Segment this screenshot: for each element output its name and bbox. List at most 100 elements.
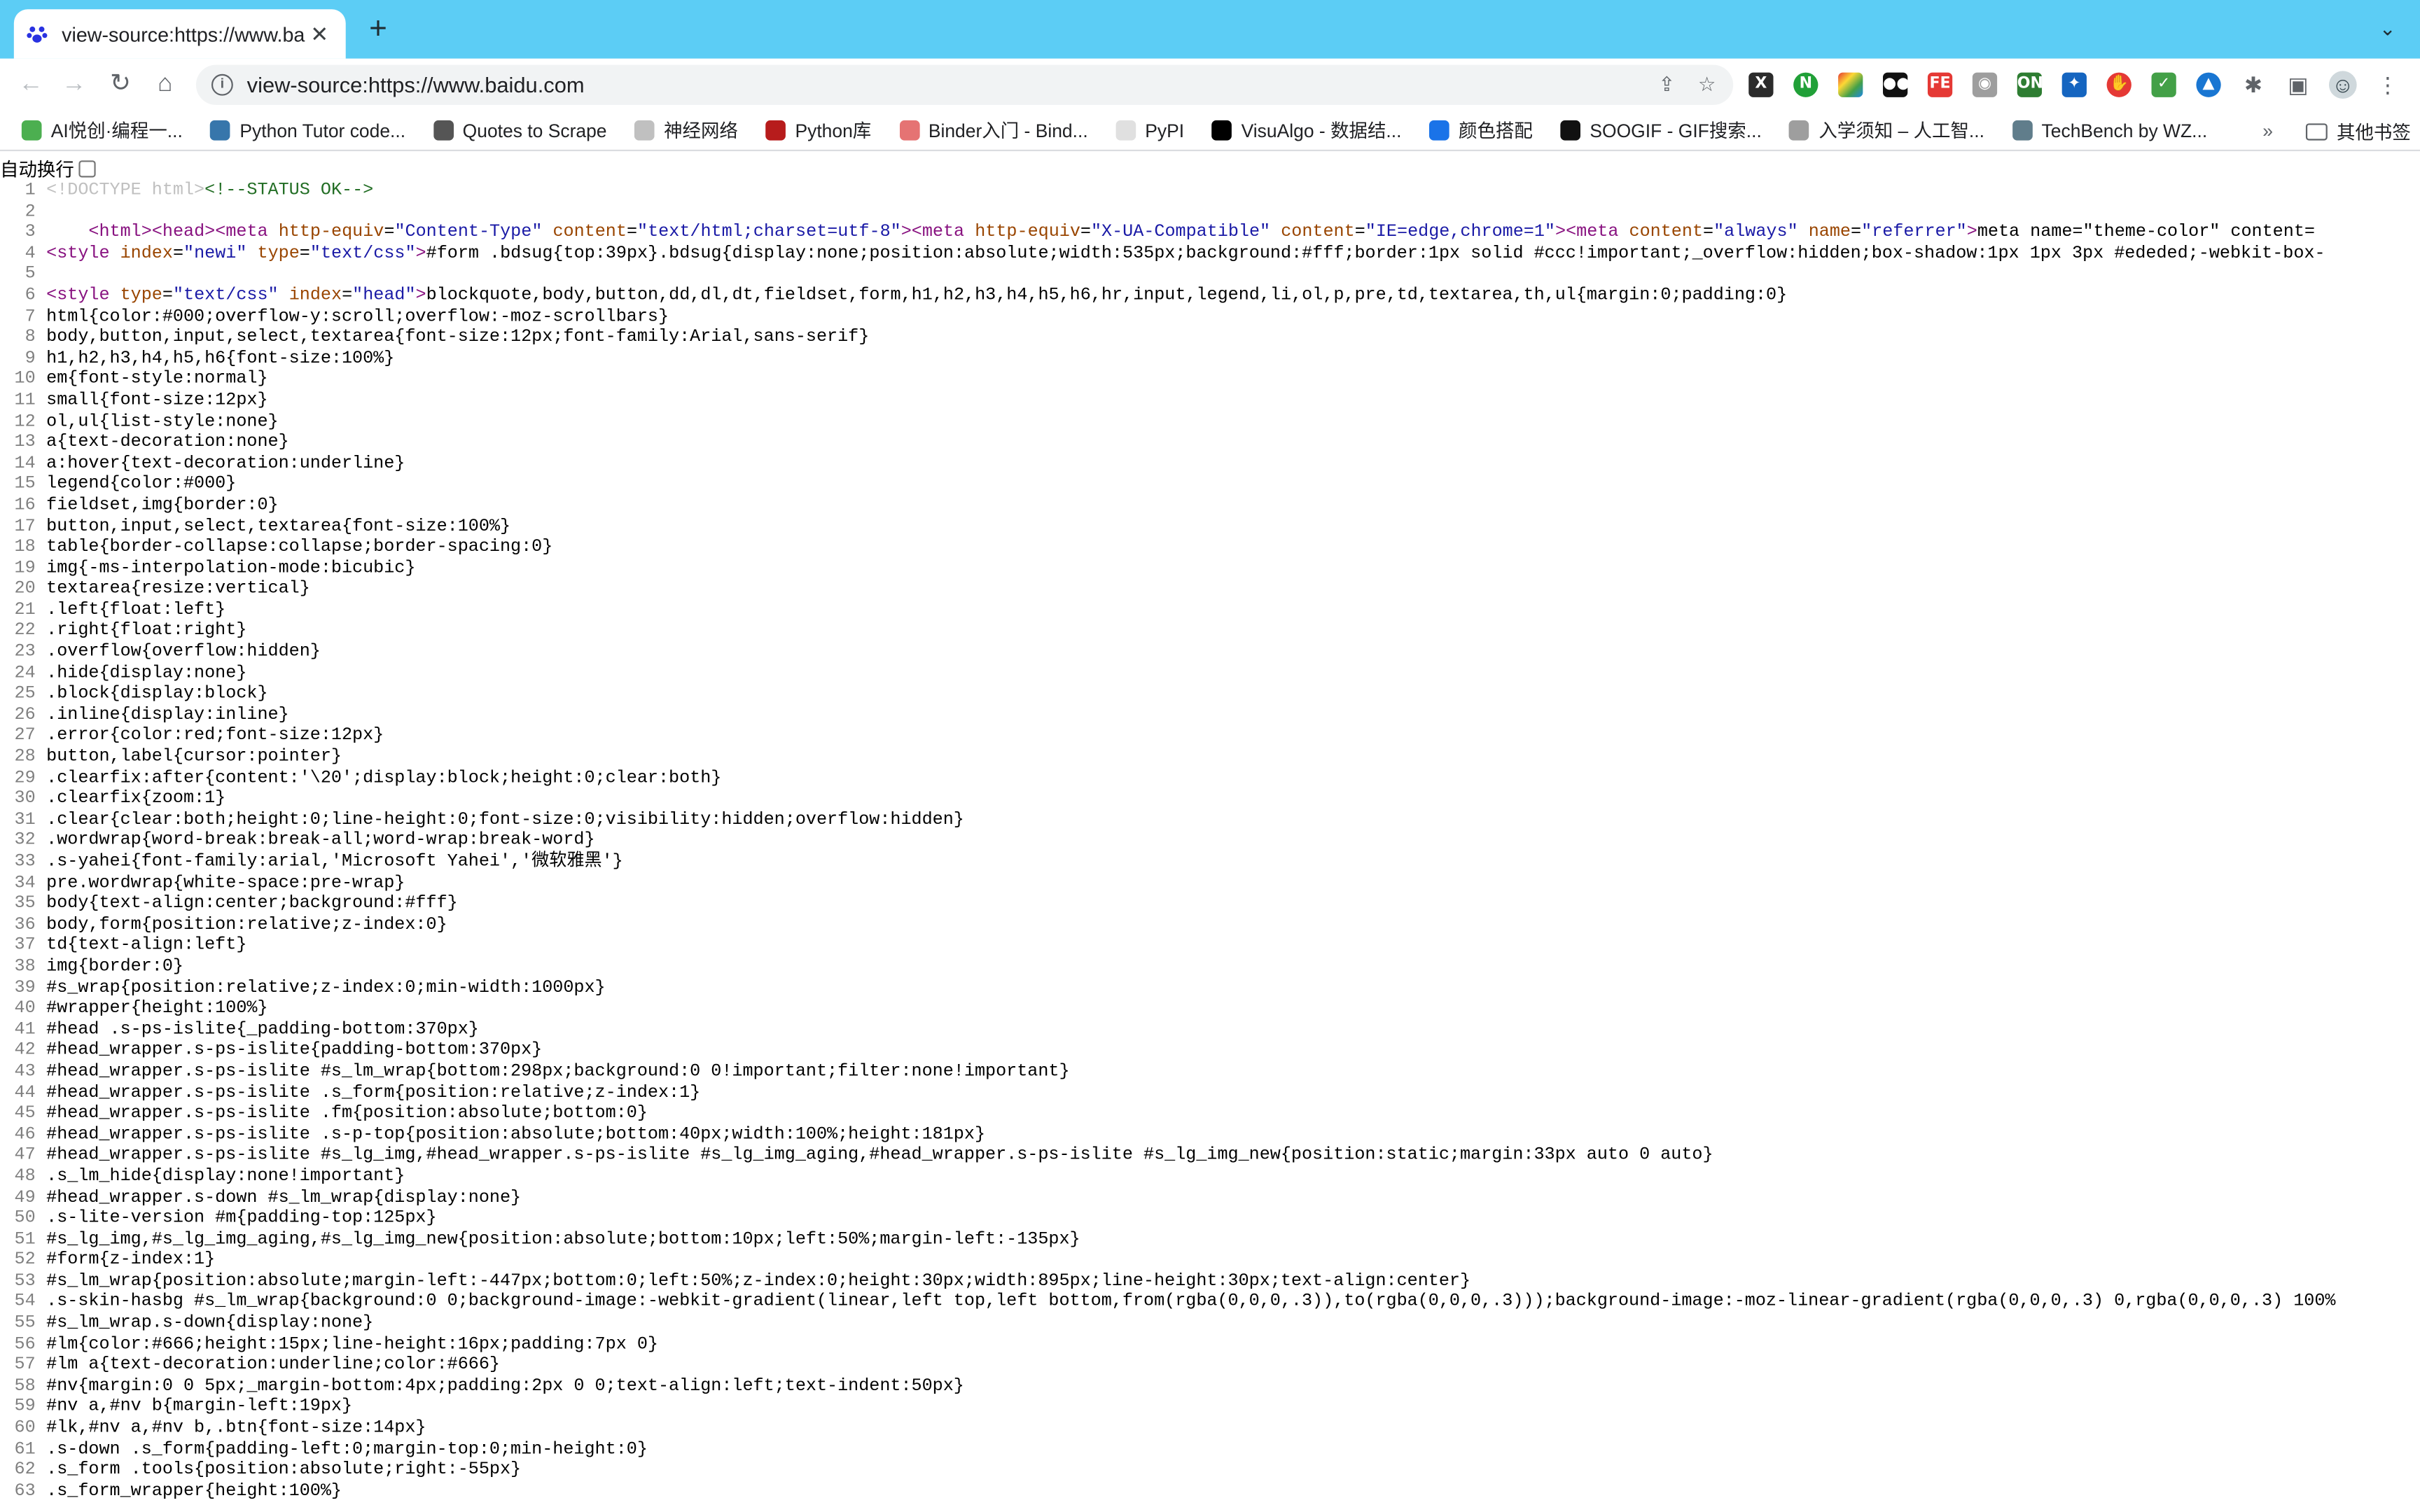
bookmark-favicon-icon	[765, 120, 786, 141]
source-line: 44 #head_wrapper.s-ps-islite .s_form{posi…	[0, 1084, 2420, 1105]
bookmark-star-icon[interactable]: ☆	[1693, 71, 1721, 99]
tab-close-icon[interactable]: ✕	[305, 21, 333, 47]
triangle-extension-icon[interactable]: ▲	[2196, 72, 2221, 97]
source-line: 24 .hide{display:none}	[0, 664, 2420, 685]
reload-icon[interactable]: ↻	[105, 69, 136, 100]
other-bookmarks-label: 其他书签	[2337, 122, 2411, 144]
line-code: #head_wrapper.s-ps-islite .s_form{positi…	[46, 1084, 701, 1102]
line-number: 3	[25, 224, 36, 243]
source-line: 40 #wrapper{height:100%}	[0, 1000, 2420, 1021]
bookmark-item[interactable]: TechBench by WZ...	[2012, 119, 2208, 141]
source-line: 26 .inline{display:inline}	[0, 706, 2420, 727]
source-line: 34 pre.wordwrap{white-space:pre-wrap}	[0, 874, 2420, 895]
source-line: 14 a:hover{text-decoration:underline}	[0, 455, 2420, 476]
bookmark-favicon-icon	[1115, 120, 1136, 141]
line-code: .clearfix{zoom:1}	[46, 790, 226, 809]
new-tab-icon[interactable]: +	[363, 14, 394, 45]
side-panel-icon[interactable]: ▣	[2284, 71, 2312, 99]
line-number: 9	[25, 349, 36, 369]
back-icon[interactable]: ←	[15, 69, 46, 100]
wrap-lines-checkbox[interactable]	[78, 160, 96, 177]
forward-icon[interactable]: →	[59, 69, 90, 100]
bookmark-favicon-icon	[2012, 120, 2033, 141]
source-line: 49 #head_wrapper.s-down #s_lm_wrap{displa…	[0, 1189, 2420, 1210]
bookmark-label: TechBench by WZ...	[2041, 119, 2208, 141]
source-line: 54 .s-skin-hasbg #s_lm_wrap{background:0 …	[0, 1294, 2420, 1315]
source-line: 22 .right{float:right}	[0, 622, 2420, 643]
line-code: .left{float:left}	[46, 601, 226, 620]
on-extension-icon[interactable]: ON	[2017, 72, 2043, 97]
source-line: 57 #lm a{text-decoration:underline;color:…	[0, 1357, 2420, 1378]
shield-extension-icon[interactable]: ✓	[2151, 72, 2176, 97]
bookmark-label: 颜色搭配	[1459, 120, 1533, 142]
source-line: 32 .wordwrap{word-break:break-all;word-wr…	[0, 832, 2420, 853]
line-code: td{text-align:left}	[46, 937, 247, 956]
line-code: <html><head><meta http-equiv="Content-Ty…	[88, 224, 2315, 243]
source-line: 19 img{-ms-interpolation-mode:bicubic}	[0, 559, 2420, 580]
bird-extension-icon[interactable]: ✦	[2061, 72, 2087, 97]
bookmark-item[interactable]: PyPI	[1115, 120, 1184, 141]
line-code: .s-yahei{font-family:arial,'Microsoft Ya…	[46, 853, 623, 872]
bookmark-item[interactable]: 入学须知 – 人工智...	[1789, 118, 1984, 144]
site-info-icon[interactable]: i	[211, 74, 233, 96]
line-number: 33	[14, 853, 36, 872]
tab-active[interactable]: view-source:https://www.baidu.com ✕	[13, 9, 346, 59]
line-code: button,label{cursor:pointer}	[46, 748, 342, 767]
menu-kebab-icon[interactable]: ⋮	[2374, 71, 2402, 99]
home-icon[interactable]: ⌂	[150, 69, 181, 100]
line-code: img{border:0}	[46, 958, 184, 977]
bookmark-label: Quotes to Scrape	[462, 119, 607, 141]
source-line: 51 #s_lg_img,#s_lg_img_aging,#s_lg_img_ne…	[0, 1231, 2420, 1252]
line-number: 6	[25, 286, 36, 306]
bookmark-favicon-icon	[1789, 120, 1810, 141]
x-extension-icon[interactable]: X	[1748, 72, 1774, 97]
bookmark-item[interactable]: SOOGIF - GIF搜索...	[1560, 118, 1762, 144]
profile-avatar[interactable]: ☺	[2328, 71, 2357, 99]
tab-search-chevron-icon[interactable]: ⌄	[2374, 17, 2402, 45]
source-line: 31 .clear{clear:both;height:0;line-height…	[0, 811, 2420, 832]
line-code: #lk,#nv a,#nv b,.btn{font-size:14px}	[46, 1419, 426, 1438]
line-code: #lm a{text-decoration:underline;color:#6…	[46, 1356, 500, 1376]
line-number: 46	[14, 1126, 36, 1144]
line-number: 63	[14, 1482, 36, 1502]
bookmark-item[interactable]: Python Tutor code...	[210, 120, 405, 141]
line-number: 2	[25, 203, 36, 222]
line-number: 43	[14, 1063, 36, 1082]
line-code: html{color:#000;overflow-y:scroll;overfl…	[46, 307, 669, 327]
line-number: 34	[14, 874, 36, 893]
n-extension-icon[interactable]: N	[1793, 72, 1819, 97]
line-code: #head_wrapper.s-ps-islite #s_lm_wrap{bot…	[46, 1063, 1070, 1082]
bookmarks-more-chevron-icon[interactable]: »	[2262, 120, 2273, 142]
source-line: 45 #head_wrapper.s-ps-islite .fm{position…	[0, 1105, 2420, 1126]
bookmark-item[interactable]: Quotes to Scrape	[433, 120, 607, 141]
line-code: body{text-align:center;background:#fff}	[46, 895, 458, 914]
other-bookmarks[interactable]: 其他书签	[2305, 119, 2411, 145]
stop-extension-icon[interactable]: ✋	[2106, 72, 2132, 97]
bookmark-item[interactable]: VisuAlgo - 数据结...	[1211, 118, 1401, 144]
source-line: 63 .s_form_wrapper{height:100%}	[0, 1483, 2420, 1504]
camera-extension-icon[interactable]: ◉	[1972, 72, 1998, 97]
line-code: fieldset,img{border:0}	[46, 496, 279, 515]
line-number: 30	[14, 790, 36, 809]
bookmark-item[interactable]: Binder入门 - Bind...	[898, 118, 1088, 144]
bookmark-item[interactable]: 神经网络	[634, 118, 738, 144]
fe-extension-icon[interactable]: FE	[1927, 72, 1953, 97]
source-line: 38 img{border:0}	[0, 958, 2420, 979]
address-bar[interactable]: i view-source:https://www.baidu.com ⇪ ☆	[195, 64, 1734, 105]
color-extension-icon[interactable]	[1838, 72, 1863, 97]
glasses-extension-icon[interactable]: ●●	[1883, 72, 1910, 97]
bookmark-item[interactable]: AI悦创·编程一...	[21, 118, 183, 144]
line-number: 31	[14, 811, 36, 830]
source-line: 48 .s_lm_hide{display:none!important}	[0, 1168, 2420, 1189]
address-url[interactable]: view-source:https://www.baidu.com	[247, 73, 1653, 97]
puzzle-extensions-icon[interactable]: ✱	[2239, 71, 2267, 99]
bookmark-label: Binder入门 - Bind...	[928, 120, 1088, 142]
line-number: 32	[14, 832, 36, 851]
bookmark-item[interactable]: Python库	[765, 118, 871, 144]
bookmark-item[interactable]: 颜色搭配	[1429, 118, 1533, 144]
share-icon[interactable]: ⇪	[1653, 71, 1681, 99]
line-code: .block{display:block}	[46, 685, 268, 704]
source-line: 42 #head_wrapper.s-ps-islite{padding-bott…	[0, 1042, 2420, 1063]
line-number: 5	[25, 265, 36, 285]
wrap-lines-option[interactable]: 自动换行	[0, 156, 96, 181]
